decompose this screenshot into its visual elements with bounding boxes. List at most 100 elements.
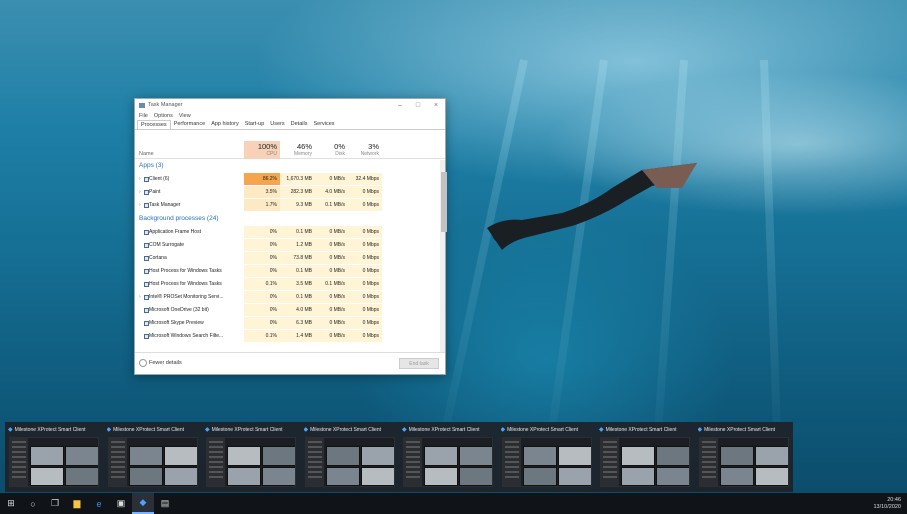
fewer-details-link[interactable]: Fewer details	[149, 360, 182, 366]
thumbnail-preview[interactable]: ◆ Milestone XProtect Smart Client	[498, 422, 597, 492]
disk-label: Disk	[335, 151, 345, 157]
thumbnail-preview[interactable]: ◆ Milestone XProtect Smart Client	[301, 422, 400, 492]
process-network: 0 Mbps	[348, 199, 382, 211]
tab-startup[interactable]: Start-up	[242, 120, 268, 129]
tab-users[interactable]: Users	[267, 120, 287, 129]
column-network[interactable]: 3% Network	[348, 141, 382, 159]
process-cpu: 0%	[244, 317, 280, 329]
maximize-button[interactable]: □	[409, 102, 427, 109]
xprotect-icon: ◆	[106, 427, 112, 433]
expand-chevron-icon[interactable]: ›	[139, 199, 141, 211]
window-title: Task Manager	[148, 102, 183, 108]
cpu-label: CPU	[266, 151, 277, 157]
process-disk: 0 MB/s	[315, 265, 348, 277]
tab-performance[interactable]: Performance	[171, 120, 209, 129]
close-button[interactable]: ×	[427, 102, 445, 109]
process-row[interactable]: Host Process for Windows Tasks 0.1% 3.5 MB…	[135, 278, 440, 290]
process-row[interactable]: Microsoft OneDrive (32 bit) 0% 4.0 MB 0 MB/…	[135, 304, 440, 316]
expand-chevron-icon[interactable]: ›	[139, 291, 141, 303]
camera-tile	[656, 467, 689, 486]
tab-details[interactable]: Details	[288, 120, 311, 129]
column-memory[interactable]: 46% Memory	[280, 141, 315, 159]
process-cpu: 0%	[244, 226, 280, 238]
camera-tile	[163, 446, 197, 466]
thumbnail-title-bar: ◆ Milestone XProtect Smart Client	[205, 425, 298, 434]
xprotect-icon: ◆	[402, 427, 407, 433]
process-network: 0 Mbps	[348, 304, 382, 316]
minimize-button[interactable]: –	[391, 102, 409, 109]
store-icon[interactable]: ▣	[110, 493, 132, 514]
thumbnail-preview[interactable]: ◆ Milestone XProtect Smart Client	[596, 422, 695, 492]
process-network: 0 Mbps	[348, 278, 382, 290]
camera-tile	[621, 467, 655, 486]
edge-icon[interactable]: e	[88, 493, 110, 514]
process-row[interactable]: Microsoft Skype Preview 0% 6.3 MB 0 MB/s 0 M…	[135, 317, 440, 329]
network-total: 3%	[368, 142, 379, 151]
column-header: Name 100% CPU 46% Memory 0% Disk 3% Netw…	[135, 141, 445, 159]
menu-options[interactable]: Options	[154, 113, 173, 119]
process-cpu: 3.5%	[244, 186, 280, 198]
process-cpu: 0.1%	[244, 330, 280, 342]
process-name: Client (6)	[149, 176, 170, 182]
camera-tile	[262, 446, 295, 466]
process-row[interactable]: › Paint 3.5% 282.3 MB 4.0 MB/s 0 Mbps	[135, 186, 440, 198]
process-row[interactable]: › Client (6) 86.2% 1,670.3 MB 0 MB/s 32.4 Mbp…	[135, 173, 440, 185]
task-manager-icon[interactable]: ▤	[154, 493, 176, 514]
expand-chevron-icon[interactable]: ›	[139, 186, 141, 198]
thumbnail-preview[interactable]: ◆ Milestone XProtect Smart Client	[104, 422, 203, 492]
tab-services[interactable]: Services	[310, 120, 337, 129]
xprotect-icon: ◆	[205, 427, 210, 433]
file-explorer-icon[interactable]: ▆	[66, 493, 88, 514]
title-bar[interactable]: Task Manager – □ ×	[135, 99, 445, 111]
scrollbar-thumb[interactable]	[441, 172, 447, 232]
client-sidebar	[10, 438, 28, 486]
process-row[interactable]: Host Process for Windows Tasks 0% 0.1 MB 0 …	[135, 265, 440, 277]
camera-tile	[522, 446, 557, 466]
client-sidebar	[305, 438, 324, 486]
process-name: Cortana	[149, 255, 167, 261]
xprotect-icon[interactable]: ◆	[132, 493, 154, 514]
end-task-button[interactable]: End task	[399, 358, 439, 369]
process-row[interactable]: › Task Manager 1.7% 9.3 MB 0.1 MB/s 0 Mbps	[135, 199, 440, 211]
cpu-total: 100%	[257, 142, 277, 151]
process-row[interactable]: COM Surrogate 0% 1.2 MB 0 MB/s 0 Mbps	[135, 239, 440, 251]
camera-tile	[557, 467, 591, 486]
camera-tile	[262, 467, 295, 486]
task-view-icon[interactable]: ❐	[44, 493, 66, 514]
thumbnail-preview[interactable]: ◆ Milestone XProtect Smart Client	[399, 422, 498, 492]
tab-app-history[interactable]: App history	[208, 120, 242, 129]
camera-tile	[754, 446, 788, 466]
thumbnail-image	[107, 437, 198, 487]
column-disk[interactable]: 0% Disk	[315, 141, 348, 159]
taskbar: ⊞ ○ ❐ ▆ e ▣ ◆ ▤ 20:46 13/10/2020	[0, 493, 907, 514]
process-network: 0 Mbps	[348, 330, 382, 342]
process-row[interactable]: Cortana 0% 73.8 MB 0 MB/s 0 Mbps	[135, 252, 440, 264]
tab-processes[interactable]: Processes	[137, 120, 171, 129]
menu-file[interactable]: File	[139, 113, 148, 119]
column-name[interactable]: Name	[139, 151, 154, 157]
memory-total: 46%	[296, 142, 312, 151]
process-row[interactable]: Application Frame Host 0% 0.1 MB 0 MB/s 0 Mb…	[135, 226, 440, 238]
diver-image	[487, 163, 697, 250]
process-name: Intel® PROSet Monitoring Servi...	[149, 294, 224, 300]
thumbnail-preview[interactable]: ◆ Milestone XProtect Smart Client	[202, 422, 301, 492]
expand-chevron-icon[interactable]: ›	[139, 173, 141, 185]
chevron-up-icon[interactable]	[139, 359, 147, 367]
windows-start-icon[interactable]: ⊞	[0, 493, 22, 514]
process-row[interactable]: Microsoft Windows Search Filte... 0.1% 1.4…	[135, 330, 440, 342]
client-sidebar	[699, 438, 718, 486]
process-row[interactable]: › Intel® PROSet Monitoring Servi... 0% 0.1 …	[135, 291, 440, 303]
menu-view[interactable]: View	[179, 113, 191, 119]
column-cpu[interactable]: 100% CPU	[244, 141, 280, 159]
thumbnail-title-bar: ◆ Milestone XProtect Smart Client	[304, 425, 397, 434]
process-memory: 6.3 MB	[280, 317, 315, 329]
process-cpu: 0%	[244, 291, 280, 303]
cortana-icon[interactable]: ○	[22, 493, 44, 514]
task-manager-window[interactable]: Task Manager – □ × File Options View Pro…	[134, 98, 447, 375]
scrollbar[interactable]	[440, 160, 447, 353]
system-clock[interactable]: 20:46 13/10/2020	[873, 497, 907, 511]
thumbnail-preview[interactable]: ◆ Milestone XProtect Smart Client	[695, 422, 794, 492]
camera-tile	[360, 446, 394, 466]
thumbnail-preview[interactable]: ◆ Milestone XProtect Smart Client	[5, 422, 104, 492]
process-memory: 0.1 MB	[280, 226, 315, 238]
